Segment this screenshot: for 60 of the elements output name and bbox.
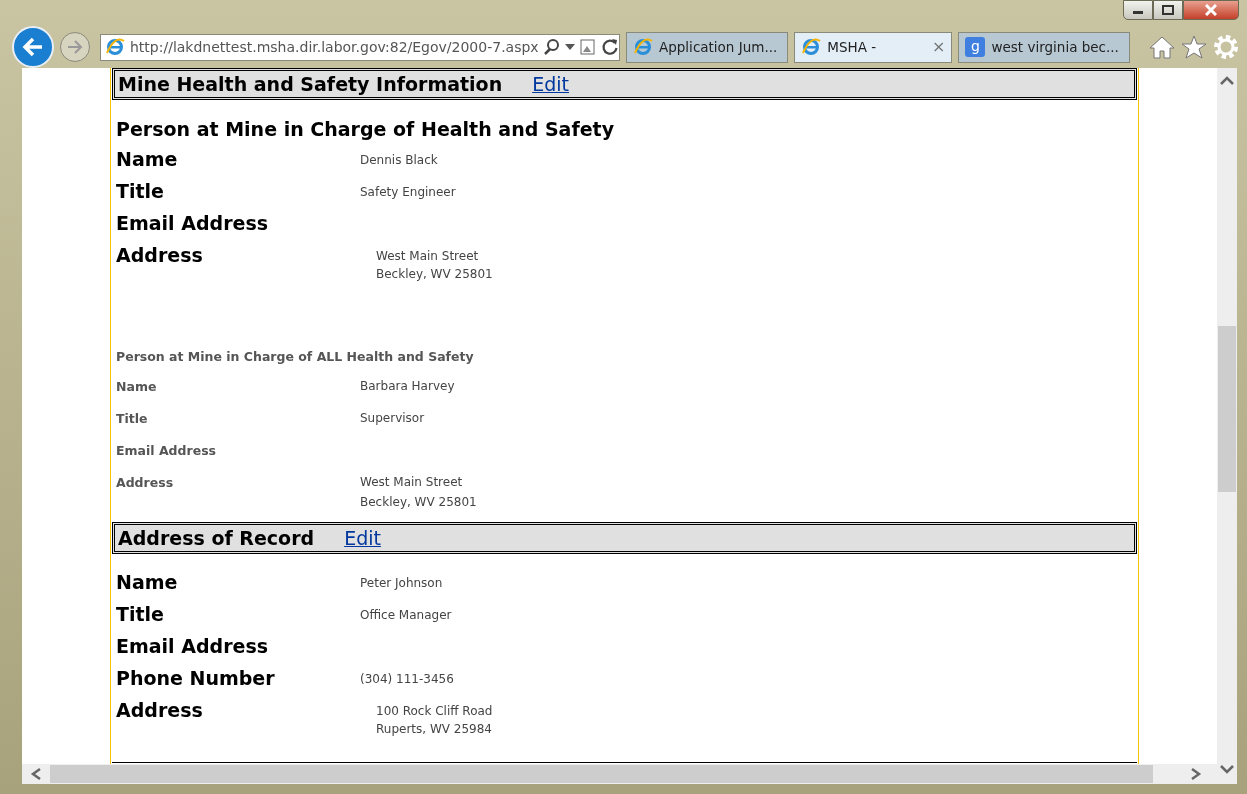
- maximize-icon: [1162, 5, 1174, 15]
- site-icon: g: [965, 37, 986, 57]
- browser-page-icon: [105, 37, 125, 57]
- field-label: Name: [116, 146, 179, 172]
- scrollbar-thumb[interactable]: [1218, 326, 1236, 492]
- minimize-button[interactable]: [1123, 0, 1153, 20]
- vertical-scrollbar[interactable]: [1217, 68, 1237, 784]
- field-value: Supervisor: [360, 409, 425, 427]
- edit-link[interactable]: Edit: [532, 69, 569, 99]
- picture-icon[interactable]: [579, 39, 596, 55]
- home-icon[interactable]: [1149, 35, 1175, 59]
- search-icon[interactable]: [543, 39, 560, 55]
- field-value: Safety Engineer: [360, 183, 456, 201]
- field-label: Name: [116, 569, 179, 595]
- tab-close-button[interactable]: ×: [932, 35, 946, 59]
- field-value: Office Manager: [360, 606, 452, 624]
- field-value: West Main Street: [360, 473, 464, 491]
- dropdown-icon[interactable]: [564, 44, 575, 50]
- field-value: Beckley, WV 25801: [376, 265, 493, 283]
- field-value: West Main Street: [376, 247, 480, 265]
- scrollbar-thumb[interactable]: [50, 765, 1153, 783]
- browser-page-icon: [801, 37, 822, 57]
- field-label: Email Address: [116, 210, 270, 236]
- field-label: Email Address: [116, 633, 270, 659]
- field-label: Name: [116, 377, 158, 396]
- field-value: Beckley, WV 25801: [360, 493, 477, 511]
- field-label: Title: [116, 409, 149, 428]
- close-icon: [1205, 4, 1217, 16]
- section-title: Mine Health and Safety Information: [118, 71, 503, 97]
- edit-link[interactable]: Edit: [344, 523, 381, 553]
- address-bar[interactable]: http://lakdnettest.msha.dir.labor.gov:82/Egov/2000-7.aspx: [100, 33, 620, 61]
- horizontal-scrollbar[interactable]: [22, 764, 1217, 784]
- field-label: Address: [116, 242, 204, 268]
- field-label: Title: [116, 601, 165, 627]
- field-value: (304) 111-3456: [360, 670, 454, 688]
- group-heading: Person at Mine in Charge of Health and Safety: [116, 118, 616, 141]
- field-label: Email Address: [116, 441, 217, 460]
- field-label: Address: [116, 473, 175, 492]
- field-label: Address: [116, 697, 204, 723]
- field-value: 100 Rock Cliff Road: [376, 702, 493, 720]
- field-label: Title: [116, 178, 165, 204]
- browser-tab[interactable]: g west virginia bec...: [958, 31, 1130, 63]
- field-value: Dennis Black: [360, 151, 438, 169]
- field-label: Phone Number: [116, 665, 276, 691]
- browser-page-icon: [633, 37, 653, 57]
- browser-tab[interactable]: MSHA - ×: [794, 31, 953, 63]
- field-value: Ruperts, WV 25984: [376, 720, 493, 738]
- maximize-button[interactable]: [1153, 0, 1183, 20]
- field-value: Barbara Harvey: [360, 377, 455, 395]
- section-title: Address of Record: [118, 525, 315, 551]
- back-arrow-icon: [22, 37, 44, 57]
- url-text[interactable]: http://lakdnettest.msha.dir.labor.gov:82/Egov/2000-7.aspx: [130, 36, 539, 58]
- browser-tab[interactable]: Application Jum...: [626, 31, 789, 63]
- field-value: Peter Johnson: [360, 574, 443, 592]
- close-window-button[interactable]: [1183, 0, 1239, 20]
- group-heading: Person at Mine in Charge of ALL Health and Safety: [116, 348, 475, 364]
- refresh-icon[interactable]: [600, 38, 619, 56]
- star-icon[interactable]: [1181, 35, 1207, 59]
- forward-arrow-icon: [67, 40, 83, 54]
- back-button[interactable]: [12, 26, 54, 68]
